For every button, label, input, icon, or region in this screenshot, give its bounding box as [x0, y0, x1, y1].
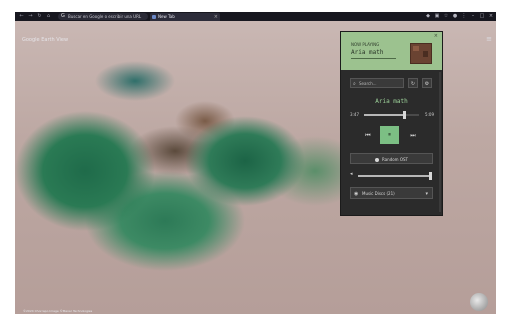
music-disc-icon: ◉	[354, 191, 359, 197]
profile-icon[interactable]: ●	[452, 13, 458, 20]
close-popup-icon[interactable]: ×	[434, 33, 438, 39]
seek-handle[interactable]	[403, 111, 407, 119]
forward-icon[interactable]: →	[27, 13, 34, 20]
volume-fill	[358, 175, 430, 177]
music-player-popup: NOW PLAYING Aria math × ⌕ Search... ↻ ⚙ …	[340, 31, 443, 216]
tab-favicon-icon	[152, 15, 156, 19]
address-bar[interactable]: G Buscar en Google o escribir una URL	[58, 13, 148, 20]
seek-slider[interactable]	[364, 111, 419, 119]
google-icon: G	[61, 13, 65, 19]
current-song-title: Aria math	[375, 98, 408, 105]
settings-button[interactable]: ⚙	[422, 78, 432, 88]
reload-icon[interactable]: ↻	[36, 13, 43, 20]
tab-strip: ← → ↻ ⌂ G Buscar en Google o escribir un…	[15, 12, 496, 21]
earth-view-label: Google Earth View	[22, 37, 69, 43]
random-ost-button[interactable]: Random OST	[350, 153, 433, 164]
song-search-input[interactable]: ⌕ Search...	[350, 78, 404, 88]
maximize-icon[interactable]: □	[479, 13, 485, 20]
close-window-icon[interactable]: ×	[488, 13, 494, 20]
now-playing-header: NOW PLAYING Aria math ×	[341, 32, 442, 70]
close-tab-icon[interactable]: ×	[214, 13, 218, 21]
playlist-label: Music Discs (21)	[362, 191, 395, 196]
tab-title: New Tab	[158, 14, 175, 19]
back-icon[interactable]: ←	[18, 13, 25, 20]
refresh-button[interactable]: ↻	[408, 78, 418, 88]
search-placeholder: Search...	[359, 81, 377, 86]
browser-window: ← → ↻ ⌂ G Buscar en Google o escribir un…	[15, 12, 496, 314]
bookmark-icon[interactable]: ☆	[443, 13, 449, 20]
toolbar-icons: ◆ ▣ ☆ ● ⋮ – □ ×	[425, 13, 494, 20]
jukebox-icon	[410, 43, 432, 64]
now-playing-label: NOW PLAYING	[351, 42, 380, 47]
volume-control: ◂	[350, 171, 433, 181]
puzzle-icon[interactable]: ▣	[434, 13, 440, 20]
home-icon[interactable]: ⌂	[45, 13, 52, 20]
previous-icon[interactable]: ⏮	[363, 132, 373, 140]
pause-button[interactable]: ⏸	[380, 126, 399, 144]
tab-new-tab[interactable]: New Tab ×	[150, 13, 220, 21]
random-icon	[375, 158, 380, 162]
menu-icon[interactable]: ⋮	[461, 13, 467, 20]
time-total: 5:09	[425, 112, 434, 117]
minimize-icon[interactable]: –	[470, 13, 476, 20]
volume-icon: ◂	[350, 171, 353, 177]
volume-handle[interactable]	[428, 172, 432, 180]
earth-credit: ©2024 Chorrapo Image ©Maxar Technologies	[23, 309, 93, 313]
chevron-down-icon: ▾	[425, 191, 428, 197]
random-ost-label: Random OST	[382, 157, 408, 162]
address-bar-text: Buscar en Google o escribir una URL	[68, 14, 142, 19]
now-playing-underline	[351, 58, 396, 59]
earth-menu-icon[interactable]: ≡	[486, 35, 492, 43]
seek-fill	[364, 114, 405, 116]
popup-scrollbar[interactable]	[439, 72, 441, 212]
volume-slider[interactable]	[358, 172, 432, 180]
now-playing-song: Aria math	[351, 49, 384, 56]
playlist-select[interactable]: ◉ Music Discs (21) ▾	[350, 187, 433, 199]
extension-icon[interactable]: ◆	[425, 13, 431, 20]
next-icon[interactable]: ⏭	[408, 132, 418, 140]
time-current: 3:47	[350, 112, 359, 117]
search-icon: ⌕	[353, 81, 356, 87]
globe-icon[interactable]	[470, 293, 488, 311]
